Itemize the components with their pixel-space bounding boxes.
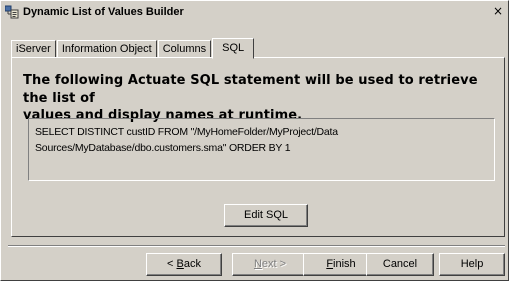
finish-rest: inish bbox=[333, 258, 356, 270]
next-accelerator: N bbox=[253, 258, 262, 270]
sql-statement-box: SELECT DISTINCT custID FROM "/MyHomeFold… bbox=[28, 118, 495, 181]
sql-instruction-heading: The following Actuate SQL statement will… bbox=[23, 72, 503, 125]
back-accelerator: B bbox=[176, 258, 184, 270]
close-icon[interactable]: × bbox=[491, 5, 505, 18]
back-prefix: < bbox=[167, 258, 177, 270]
sql-line-1: SELECT DISTINCT custID FROM "/MyHomeFold… bbox=[35, 126, 338, 138]
next-button[interactable]: Next > bbox=[232, 253, 308, 276]
help-button[interactable]: Help bbox=[439, 253, 505, 276]
tab-strip: iServer Information Object Columns SQL bbox=[11, 38, 255, 59]
app-icon bbox=[5, 5, 19, 19]
sql-line-2: Sources/MyDatabase/dbo.customers.sma" OR… bbox=[35, 142, 291, 154]
heading-line-1: The following Actuate SQL statement will… bbox=[23, 73, 478, 106]
tab-iserver[interactable]: iServer bbox=[11, 40, 56, 58]
next-rest: ext > bbox=[261, 258, 287, 270]
title-bar[interactable]: Dynamic List of Values Builder × bbox=[3, 3, 507, 21]
back-rest: ack bbox=[183, 258, 201, 270]
cancel-button[interactable]: Cancel bbox=[366, 253, 434, 276]
back-button[interactable]: < Back bbox=[146, 253, 222, 276]
window-title: Dynamic List of Values Builder bbox=[23, 6, 184, 18]
edit-sql-button[interactable]: Edit SQL bbox=[224, 204, 308, 227]
dialog-window: Dynamic List of Values Builder × iServer… bbox=[0, 0, 509, 281]
tab-information-object[interactable]: Information Object bbox=[56, 40, 157, 58]
tab-sql[interactable]: SQL bbox=[212, 38, 255, 59]
tab-columns[interactable]: Columns bbox=[157, 40, 212, 58]
footer-separator bbox=[8, 245, 505, 247]
